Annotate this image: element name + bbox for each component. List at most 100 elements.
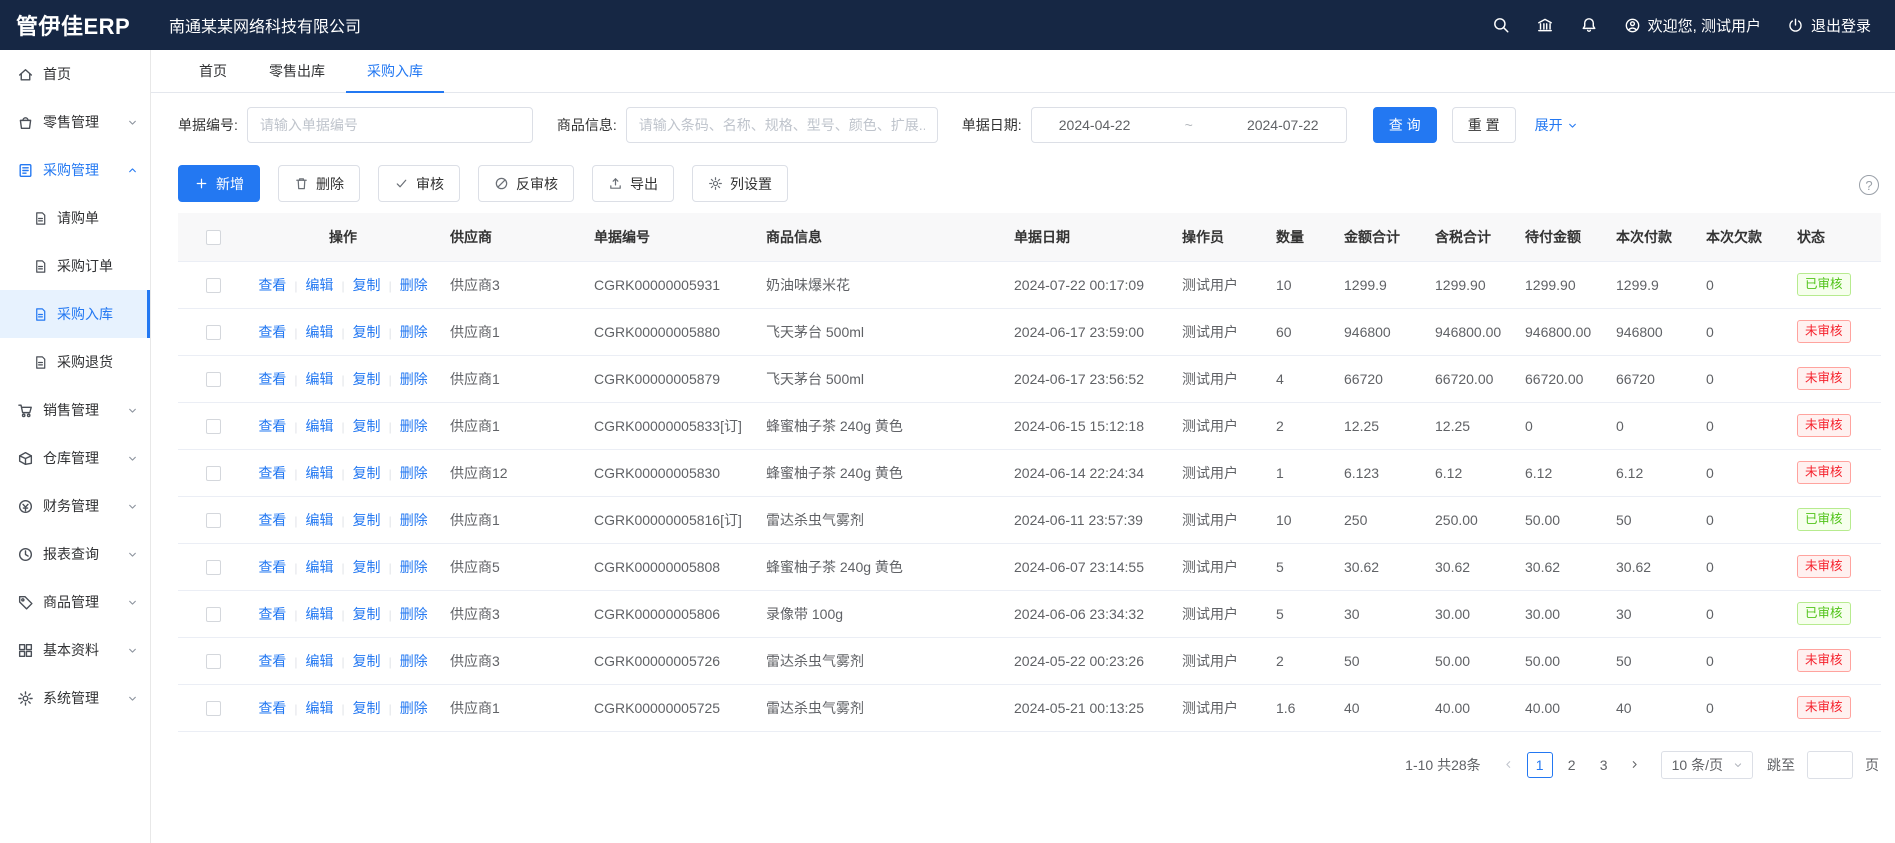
view-link[interactable]: 查看 <box>258 324 286 340</box>
sidebar-item-sales[interactable]: 销售管理 <box>0 386 150 434</box>
bank-icon[interactable] <box>1536 16 1554 34</box>
sidebar-item-home[interactable]: 首页 <box>0 50 150 98</box>
view-link[interactable]: 查看 <box>258 653 286 669</box>
delete-link[interactable]: 删除 <box>381 277 428 293</box>
jump-page-input[interactable] <box>1807 751 1853 779</box>
view-link[interactable]: 查看 <box>258 700 286 716</box>
tab-retail-outbound[interactable]: 零售出库 <box>248 50 346 92</box>
edit-link[interactable]: 编辑 <box>286 418 333 434</box>
sidebar-item-system[interactable]: 系统管理 <box>0 674 150 722</box>
next-page-button[interactable] <box>1623 758 1647 771</box>
row-checkbox[interactable] <box>206 560 221 575</box>
delete-link[interactable]: 删除 <box>381 606 428 622</box>
product-info-input[interactable] <box>626 107 938 143</box>
audit-button[interactable]: 审核 <box>378 165 460 202</box>
reset-button[interactable]: 重 置 <box>1452 107 1516 143</box>
supplier-cell: 供应商1 <box>438 684 582 731</box>
ban-icon <box>494 176 509 191</box>
sidebar-item-basic-data[interactable]: 基本资料 <box>0 626 150 674</box>
sidebar-item-warehouse[interactable]: 仓库管理 <box>0 434 150 482</box>
delete-link[interactable]: 删除 <box>381 653 428 669</box>
edit-link[interactable]: 编辑 <box>286 324 333 340</box>
edit-link[interactable]: 编辑 <box>286 512 333 528</box>
edit-link[interactable]: 编辑 <box>286 700 333 716</box>
add-button[interactable]: 新增 <box>178 165 260 202</box>
sidebar-item-purchase-order[interactable]: 采购订单 <box>0 242 150 290</box>
view-link[interactable]: 查看 <box>258 606 286 622</box>
copy-link[interactable]: 复制 <box>333 277 380 293</box>
copy-link[interactable]: 复制 <box>333 465 380 481</box>
row-checkbox[interactable] <box>206 325 221 340</box>
delete-link[interactable]: 删除 <box>381 512 428 528</box>
delete-button[interactable]: 删除 <box>278 165 360 202</box>
delete-link[interactable]: 删除 <box>381 465 428 481</box>
delete-link[interactable]: 删除 <box>381 418 428 434</box>
copy-link[interactable]: 复制 <box>333 512 380 528</box>
view-link[interactable]: 查看 <box>258 277 286 293</box>
row-checkbox[interactable] <box>206 513 221 528</box>
debt-cell: 0 <box>1694 590 1785 637</box>
help-icon[interactable]: ? <box>1859 175 1879 195</box>
edit-link[interactable]: 编辑 <box>286 465 333 481</box>
sidebar-item-goods[interactable]: 商品管理 <box>0 578 150 626</box>
view-link[interactable]: 查看 <box>258 418 286 434</box>
sidebar-item-report[interactable]: 报表查询 <box>0 530 150 578</box>
copy-link[interactable]: 复制 <box>333 700 380 716</box>
search-button[interactable]: 查 询 <box>1373 107 1437 143</box>
page-size-select[interactable]: 10 条/页 <box>1661 751 1753 779</box>
row-checkbox[interactable] <box>206 419 221 434</box>
edit-link[interactable]: 编辑 <box>286 371 333 387</box>
row-checkbox[interactable] <box>206 607 221 622</box>
copy-link[interactable]: 复制 <box>333 418 380 434</box>
prev-page-button[interactable] <box>1497 758 1521 771</box>
search-icon[interactable] <box>1492 16 1510 34</box>
page-button-2[interactable]: 2 <box>1559 752 1585 778</box>
delete-link[interactable]: 删除 <box>381 324 428 340</box>
unaudit-button[interactable]: 反审核 <box>478 165 574 202</box>
doc-no-input[interactable] <box>247 107 533 143</box>
page-button-3[interactable]: 3 <box>1591 752 1617 778</box>
column-settings-button[interactable]: 列设置 <box>692 165 788 202</box>
delete-link[interactable]: 删除 <box>381 700 428 716</box>
tab-home[interactable]: 首页 <box>178 50 248 92</box>
select-all-checkbox[interactable] <box>206 230 221 245</box>
tab-purchase-inbound[interactable]: 采购入库 <box>346 50 444 92</box>
row-checkbox[interactable] <box>206 372 221 387</box>
row-checkbox[interactable] <box>206 654 221 669</box>
delete-link[interactable]: 删除 <box>381 371 428 387</box>
sidebar-item-retail[interactable]: 零售管理 <box>0 98 150 146</box>
copy-link[interactable]: 复制 <box>333 324 380 340</box>
export-button[interactable]: 导出 <box>592 165 674 202</box>
sidebar-group-purchase[interactable]: 采购管理 <box>0 146 150 194</box>
page-button-1[interactable]: 1 <box>1527 752 1553 778</box>
edit-link[interactable]: 编辑 <box>286 559 333 575</box>
delete-link[interactable]: 删除 <box>381 559 428 575</box>
copy-link[interactable]: 复制 <box>333 559 380 575</box>
edit-link[interactable]: 编辑 <box>286 653 333 669</box>
copy-link[interactable]: 复制 <box>333 371 380 387</box>
date-from-value[interactable]: 2024-04-22 <box>1059 117 1131 133</box>
amount-cell: 66720 <box>1332 355 1423 402</box>
row-checkbox[interactable] <box>206 466 221 481</box>
edit-link[interactable]: 编辑 <box>286 277 333 293</box>
edit-link[interactable]: 编辑 <box>286 606 333 622</box>
copy-link[interactable]: 复制 <box>333 653 380 669</box>
copy-link[interactable]: 复制 <box>333 606 380 622</box>
row-checkbox[interactable] <box>206 278 221 293</box>
bell-icon[interactable] <box>1580 16 1598 34</box>
sidebar-item-purchase-return[interactable]: 采购退货 <box>0 338 150 386</box>
view-link[interactable]: 查看 <box>258 465 286 481</box>
expand-link[interactable]: 展开 <box>1535 115 1579 135</box>
sidebar-item-finance[interactable]: 财务管理 <box>0 482 150 530</box>
sidebar-item-purchase-request[interactable]: 请购单 <box>0 194 150 242</box>
view-link[interactable]: 查看 <box>258 371 286 387</box>
sidebar-item-purchase-inbound[interactable]: 采购入库 <box>0 290 150 338</box>
user-menu[interactable]: 欢迎您, 测试用户 <box>1624 15 1761 36</box>
view-link[interactable]: 查看 <box>258 512 286 528</box>
date-to-value[interactable]: 2024-07-22 <box>1247 117 1319 133</box>
date-range-picker[interactable]: 2024-04-22 ~ 2024-07-22 <box>1031 107 1347 143</box>
view-link[interactable]: 查看 <box>258 559 286 575</box>
logout-button[interactable]: 退出登录 <box>1787 15 1871 36</box>
row-checkbox[interactable] <box>206 701 221 716</box>
row-actions-cell: 查看编辑复制删除 <box>248 355 438 402</box>
